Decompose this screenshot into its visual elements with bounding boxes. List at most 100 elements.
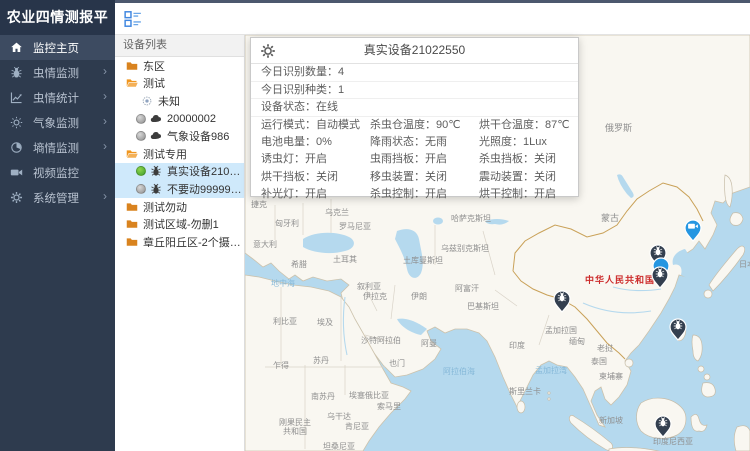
tree-folder[interactable]: 章丘阳丘区-2个摄像头 [115, 233, 244, 251]
map-label: 柬埔寨 [599, 371, 623, 381]
home-icon [10, 41, 23, 54]
tree-list-icon[interactable] [124, 10, 142, 28]
popup-status-cell: 诱虫灯：开启 [251, 151, 360, 168]
map-label: 乍得 [273, 360, 289, 370]
sidebar-item-label: 视频监控 [33, 165, 79, 181]
map-label: 坦桑尼亚 [323, 441, 355, 451]
tree-folder[interactable]: 测试 [115, 75, 244, 93]
map-label: 南苏丹 [311, 391, 335, 401]
map-label: 共和国 [283, 427, 307, 436]
map-label: 埃及 [317, 317, 333, 327]
map-label: 新加坡 [599, 415, 623, 425]
popup-status-cell: 虫雨挡板：开启 [360, 151, 469, 168]
map-label: 地中海 [271, 278, 295, 288]
tree-folder[interactable]: 测试专用 [115, 145, 244, 163]
tree-folder[interactable]: 测试区域-勿删1 [115, 215, 244, 233]
map-label: 阿曼 [421, 339, 437, 348]
sidebar-item[interactable]: 视频监控 [0, 160, 115, 185]
bug-icon [150, 165, 162, 177]
map-label: 埃塞俄比亚 [349, 390, 389, 400]
tree-device[interactable]: 不要动99999999 [115, 180, 244, 198]
map-label: 匈牙利 [275, 218, 299, 228]
tree-device[interactable]: 气象设备986 [115, 127, 244, 145]
weather-station-icon [150, 113, 162, 125]
popup-status-cell: 烘干控制：开启 [469, 186, 578, 203]
popup-summary: 今日识别数量：4今日识别种类：1设备状态：在线 [251, 64, 578, 117]
popup-status-cell: 杀虫挡板：关闭 [469, 151, 578, 168]
sidebar-item[interactable]: 监控主页 [0, 35, 115, 60]
popup-summary-row: 今日识别种类：1 [251, 82, 578, 100]
app-title: 农业四情测报平台 [0, 0, 115, 35]
tree-device-label: 气象设备986 [167, 128, 229, 144]
weather-icon [10, 116, 23, 129]
map-label-china: 中华人民共和国 [585, 274, 655, 285]
tree-folder-label: 章丘阳丘区-2个摄像头 [143, 234, 244, 250]
tree-device-label: 不要动99999999 [167, 181, 244, 197]
bug-icon [10, 66, 23, 79]
tree-device[interactable]: 20000002 [115, 110, 244, 128]
map-label: 苏丹 [313, 355, 329, 365]
map-label: 也门 [389, 358, 405, 368]
map-label: 孟加拉国 [545, 325, 577, 335]
tree-folder[interactable]: 东区 [115, 57, 244, 75]
map-label: 罗马尼亚 [339, 222, 371, 231]
popup-status-cell: 光照度：1Lux [469, 134, 578, 151]
status-dot [136, 184, 146, 194]
bug-icon [150, 183, 162, 195]
tree-folder-label: 测试专用 [143, 146, 187, 162]
popup-status-grid: 运行模式：自动模式杀虫仓温度：90℃烘干仓温度：87℃电池电量：0%降雨状态：无… [251, 117, 578, 204]
popup-status-cell: 运行模式：自动模式 [251, 117, 360, 134]
map-label: 哈萨克斯坦 [451, 213, 491, 223]
radio-icon [141, 95, 153, 107]
map-label: 印度尼西亚 [653, 436, 693, 446]
map-label: 孟加拉湾 [535, 365, 567, 375]
folder-icon [126, 236, 138, 248]
map-label: 叙利亚 [357, 281, 381, 291]
map-label: 阿拉伯海 [443, 366, 475, 376]
popup-title: 真实设备21022550 [251, 38, 578, 63]
chevron-right-icon: › [103, 139, 107, 153]
chevron-right-icon: › [103, 114, 107, 128]
sidebar-item-label: 虫情统计 [33, 90, 79, 106]
map-label: 乌克兰 [325, 207, 349, 217]
top-bar [115, 0, 750, 35]
map-label: 伊拉克 [363, 291, 387, 301]
status-dot [136, 114, 146, 124]
map-label: 印度 [509, 340, 525, 350]
device-tree: 东区 测试 未知 20000002 气象设备986 测试专用 真实设备21022… [115, 57, 244, 251]
tree-device[interactable]: 真实设备21022550 [115, 163, 244, 181]
folder-icon [126, 60, 138, 72]
video-icon [10, 166, 23, 179]
sidebar-item[interactable]: 系统管理 › [0, 185, 115, 210]
device-list-panel: 设备列表 东区 测试 未知 20000002 气象设备986 测试专用 真实设备… [115, 35, 245, 451]
sidebar-item[interactable]: 虫情统计 › [0, 85, 115, 110]
sidebar-item[interactable]: 虫情监测 › [0, 60, 115, 85]
chevron-right-icon: › [103, 189, 107, 203]
map-label: 土库曼斯坦 [403, 255, 443, 265]
chevron-right-icon: › [103, 89, 107, 103]
moisture-icon [10, 141, 23, 154]
popup-summary-row: 今日识别数量：4 [251, 64, 578, 82]
sidebar-menu: 监控主页 虫情监测 › 虫情统计 › 气象监测 › 墒情监测 › 视频监控 系统… [0, 35, 115, 210]
popup-status-cell: 杀虫控制：开启 [360, 186, 469, 203]
tree-folder-label: 测试 [143, 75, 165, 91]
status-dot [136, 131, 146, 141]
map-label: 老挝 [597, 343, 613, 353]
sidebar-item-label: 墒情监测 [33, 140, 79, 156]
sidebar-item[interactable]: 气象监测 › [0, 110, 115, 135]
sidebar-item[interactable]: 墒情监测 › [0, 135, 115, 160]
chart-icon [10, 91, 23, 104]
folder-open-icon [126, 148, 138, 160]
tree-device-label: 真实设备21022550 [167, 163, 244, 179]
device-list-header: 设备列表 [115, 35, 244, 57]
map-label: 意大利 [253, 239, 277, 249]
folder-open-icon [126, 77, 138, 89]
tree-folder[interactable]: 测试勿动 [115, 198, 244, 216]
tree-device-label: 20000002 [167, 113, 216, 125]
gear-icon [10, 191, 23, 204]
map-label: 日本 [739, 259, 750, 269]
tree-device[interactable]: 未知 [115, 92, 244, 110]
map-label: 泰国 [591, 356, 607, 366]
folder-icon [126, 201, 138, 213]
folder-icon [126, 218, 138, 230]
